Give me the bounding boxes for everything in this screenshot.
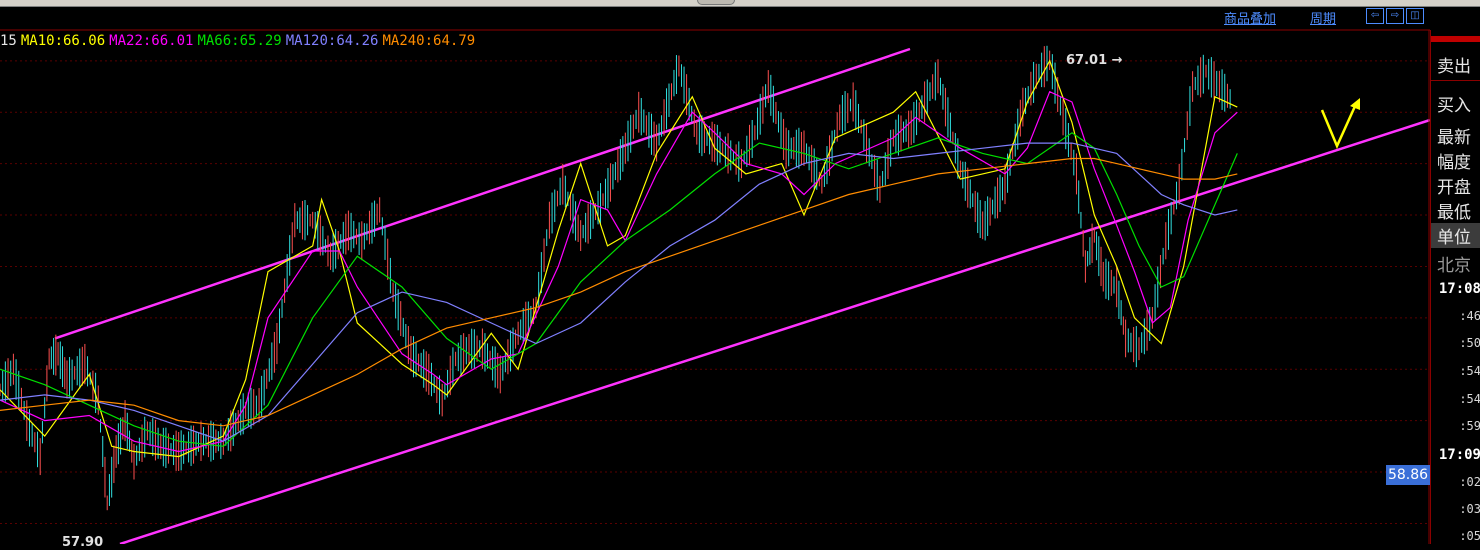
time-label: :50 [1459, 336, 1480, 350]
legend-item: MA22:66.01 [109, 33, 194, 49]
ma-legend: 15 MA10:66.06 MA22:66.01 MA66:65.29 MA120:64… [0, 33, 479, 49]
ma-line-ma10 [0, 59, 1238, 458]
city-label: 北京 [1437, 256, 1471, 276]
ma-line-ma22 [0, 90, 1238, 453]
time-label: :59 [1459, 419, 1480, 433]
forecast-arrow [1320, 103, 1358, 150]
time-label: :54 [1459, 364, 1480, 378]
right-arrow-icon: → [1107, 53, 1123, 68]
time-label: :05 [1459, 529, 1480, 543]
ma-line-ma120 [0, 142, 1238, 442]
sidebar-divider [1431, 80, 1480, 81]
unit-tab[interactable]: 单位 [1431, 223, 1480, 248]
high-annotation: 67.01 → [1066, 53, 1123, 68]
time-label: 17:09 [1438, 447, 1480, 463]
buy-button[interactable]: 买入 [1437, 91, 1471, 116]
time-label: :02 [1459, 475, 1480, 489]
high-value: 67.01 [1066, 53, 1108, 68]
legend-item: MA10:66.06 [20, 33, 106, 49]
time-label: :46 [1459, 309, 1480, 323]
low-value: 57.90 [62, 535, 104, 550]
range-label: 幅度 [1437, 153, 1471, 173]
current-price-tag: 58.86 [1386, 465, 1430, 485]
kline-chart-window: 商品叠加 周期 ⇦ ⇨ ◫ 15 MA10:66.06 MA22:66.01 MA66… [0, 0, 1480, 550]
low-annotation: 57.90 [62, 535, 103, 550]
open-label: 开盘 [1437, 178, 1471, 198]
low-label: 最低 [1437, 203, 1471, 223]
time-label: 17:08 [1438, 281, 1480, 297]
latest-label: 最新 [1437, 128, 1471, 148]
legend-item: 15 [0, 33, 17, 49]
time-label: :03 [1459, 502, 1480, 516]
ma-line-ma66 [0, 132, 1238, 447]
channel-lower-line [119, 118, 1430, 544]
ma-line-ma240 [0, 157, 1238, 427]
sidebar-red-bar [1431, 36, 1480, 42]
legend-item: MA240:64.79 [382, 33, 476, 49]
sell-button[interactable]: 卖出 [1437, 52, 1471, 77]
right-sidebar: 卖出 买入 最新 幅度 开盘 最低 单位 北京 17:08 :46 :50 :54 :5… [1430, 30, 1480, 544]
time-label: :54 [1459, 392, 1480, 406]
chart-canvas [0, 29, 1430, 544]
channel-upper-line [54, 47, 911, 340]
legend-item: MA66:65.29 [197, 33, 282, 49]
legend-item: MA120:64.26 [285, 33, 379, 49]
